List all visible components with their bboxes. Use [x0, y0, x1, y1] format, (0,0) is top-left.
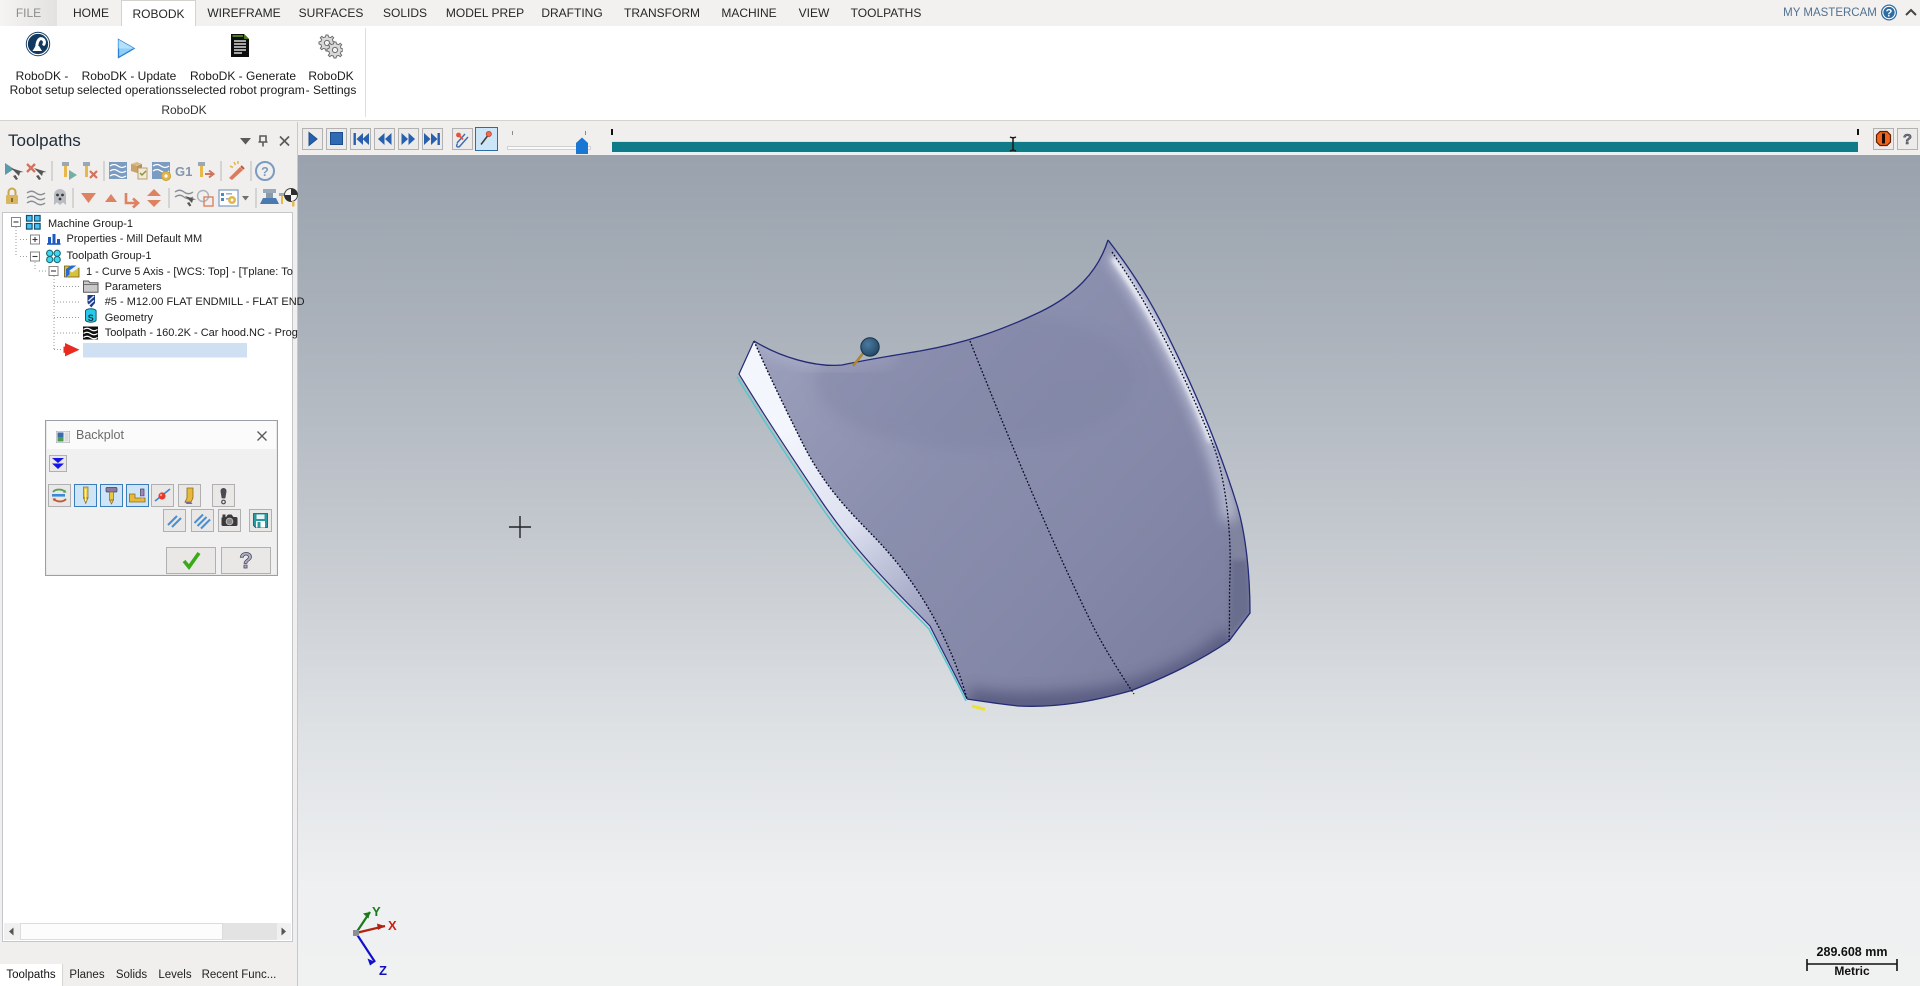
- svg-text:?: ?: [1903, 131, 1912, 148]
- svg-text:Y: Y: [372, 904, 381, 919]
- svg-text:X: X: [388, 918, 397, 933]
- svg-text:?: ?: [1886, 8, 1893, 20]
- svg-text:G1: G1: [175, 164, 192, 179]
- svg-text:S: S: [88, 313, 94, 323]
- svg-text:Z: Z: [379, 963, 387, 978]
- svg-text:?: ?: [239, 548, 252, 573]
- svg-text:?: ?: [261, 165, 269, 179]
